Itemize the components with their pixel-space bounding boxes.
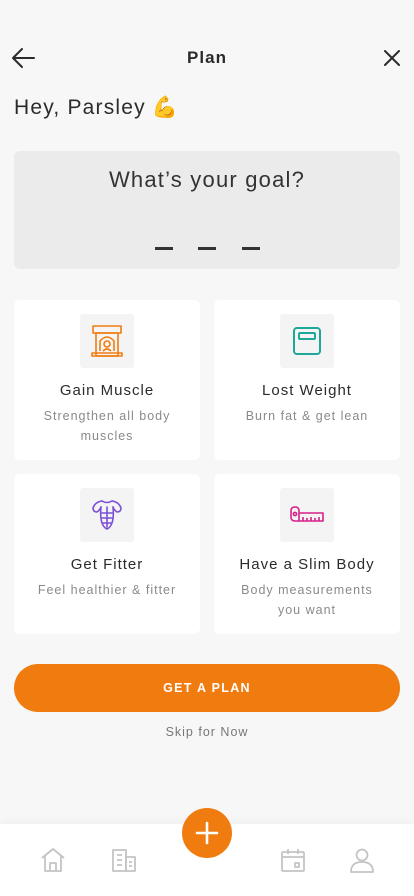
card-title: Gain Muscle [59,382,155,399]
goal-dash [242,247,260,250]
flexed-bicep-emoji: 💪 [151,96,180,119]
goal-question: What’s your goal? [108,167,306,192]
greeting: Hey, Parsley 💪 [14,96,179,120]
measuring-tape-icon [290,506,324,522]
card-icon-box [280,314,334,368]
profile-icon [350,848,374,873]
skip-for-now-link[interactable]: Skip for Now [0,725,414,739]
goal-card-gain-muscle[interactable]: Gain Muscle Strengthen all body muscles [14,300,200,460]
home-icon [41,848,65,872]
calendar-icon [281,849,305,872]
greeting-text: Hey, Parsley [14,96,146,119]
close-button[interactable] [380,46,404,70]
tab-building[interactable] [110,846,138,874]
add-icon [195,821,219,845]
goal-card-lost-weight[interactable]: Lost Weight Burn fat & get lean [214,300,400,460]
scale-icon [293,327,321,355]
card-icon-box [80,488,134,542]
goal-dash [155,247,173,250]
goal-card-slim-body[interactable]: Have a Slim Body Body measurements you w… [214,474,400,634]
tab-calendar[interactable] [279,846,307,874]
tab-profile[interactable] [348,846,376,874]
card-description: Feel healthier & fitter [37,583,177,597]
card-icon-box [280,488,334,542]
close-icon [384,50,400,66]
goal-card-get-fitter[interactable]: Get Fitter Feel healthier & fitter [14,474,200,634]
card-title: Lost Weight [262,382,352,399]
card-title: Get Fitter [70,556,144,573]
goal-placeholder-dashes [14,247,400,251]
add-button[interactable] [182,808,232,858]
app-header: Plan [0,38,414,78]
get-a-plan-button[interactable]: GET A PLAN [14,664,400,712]
building-icon [112,849,136,872]
card-description: Body measurements you want [241,583,373,617]
goal-display: What’s your goal? [14,151,400,269]
tab-home[interactable] [39,846,67,874]
body-torso-icon [92,500,122,530]
card-title: Have a Slim Body [239,556,375,573]
page-title: Plan [187,48,227,67]
card-description: Strengthen all body muscles [43,409,171,443]
card-description: Burn fat & get lean [245,409,369,423]
goal-dash [198,247,216,250]
card-icon-box [80,314,134,368]
muscle-building-icon [91,325,123,357]
